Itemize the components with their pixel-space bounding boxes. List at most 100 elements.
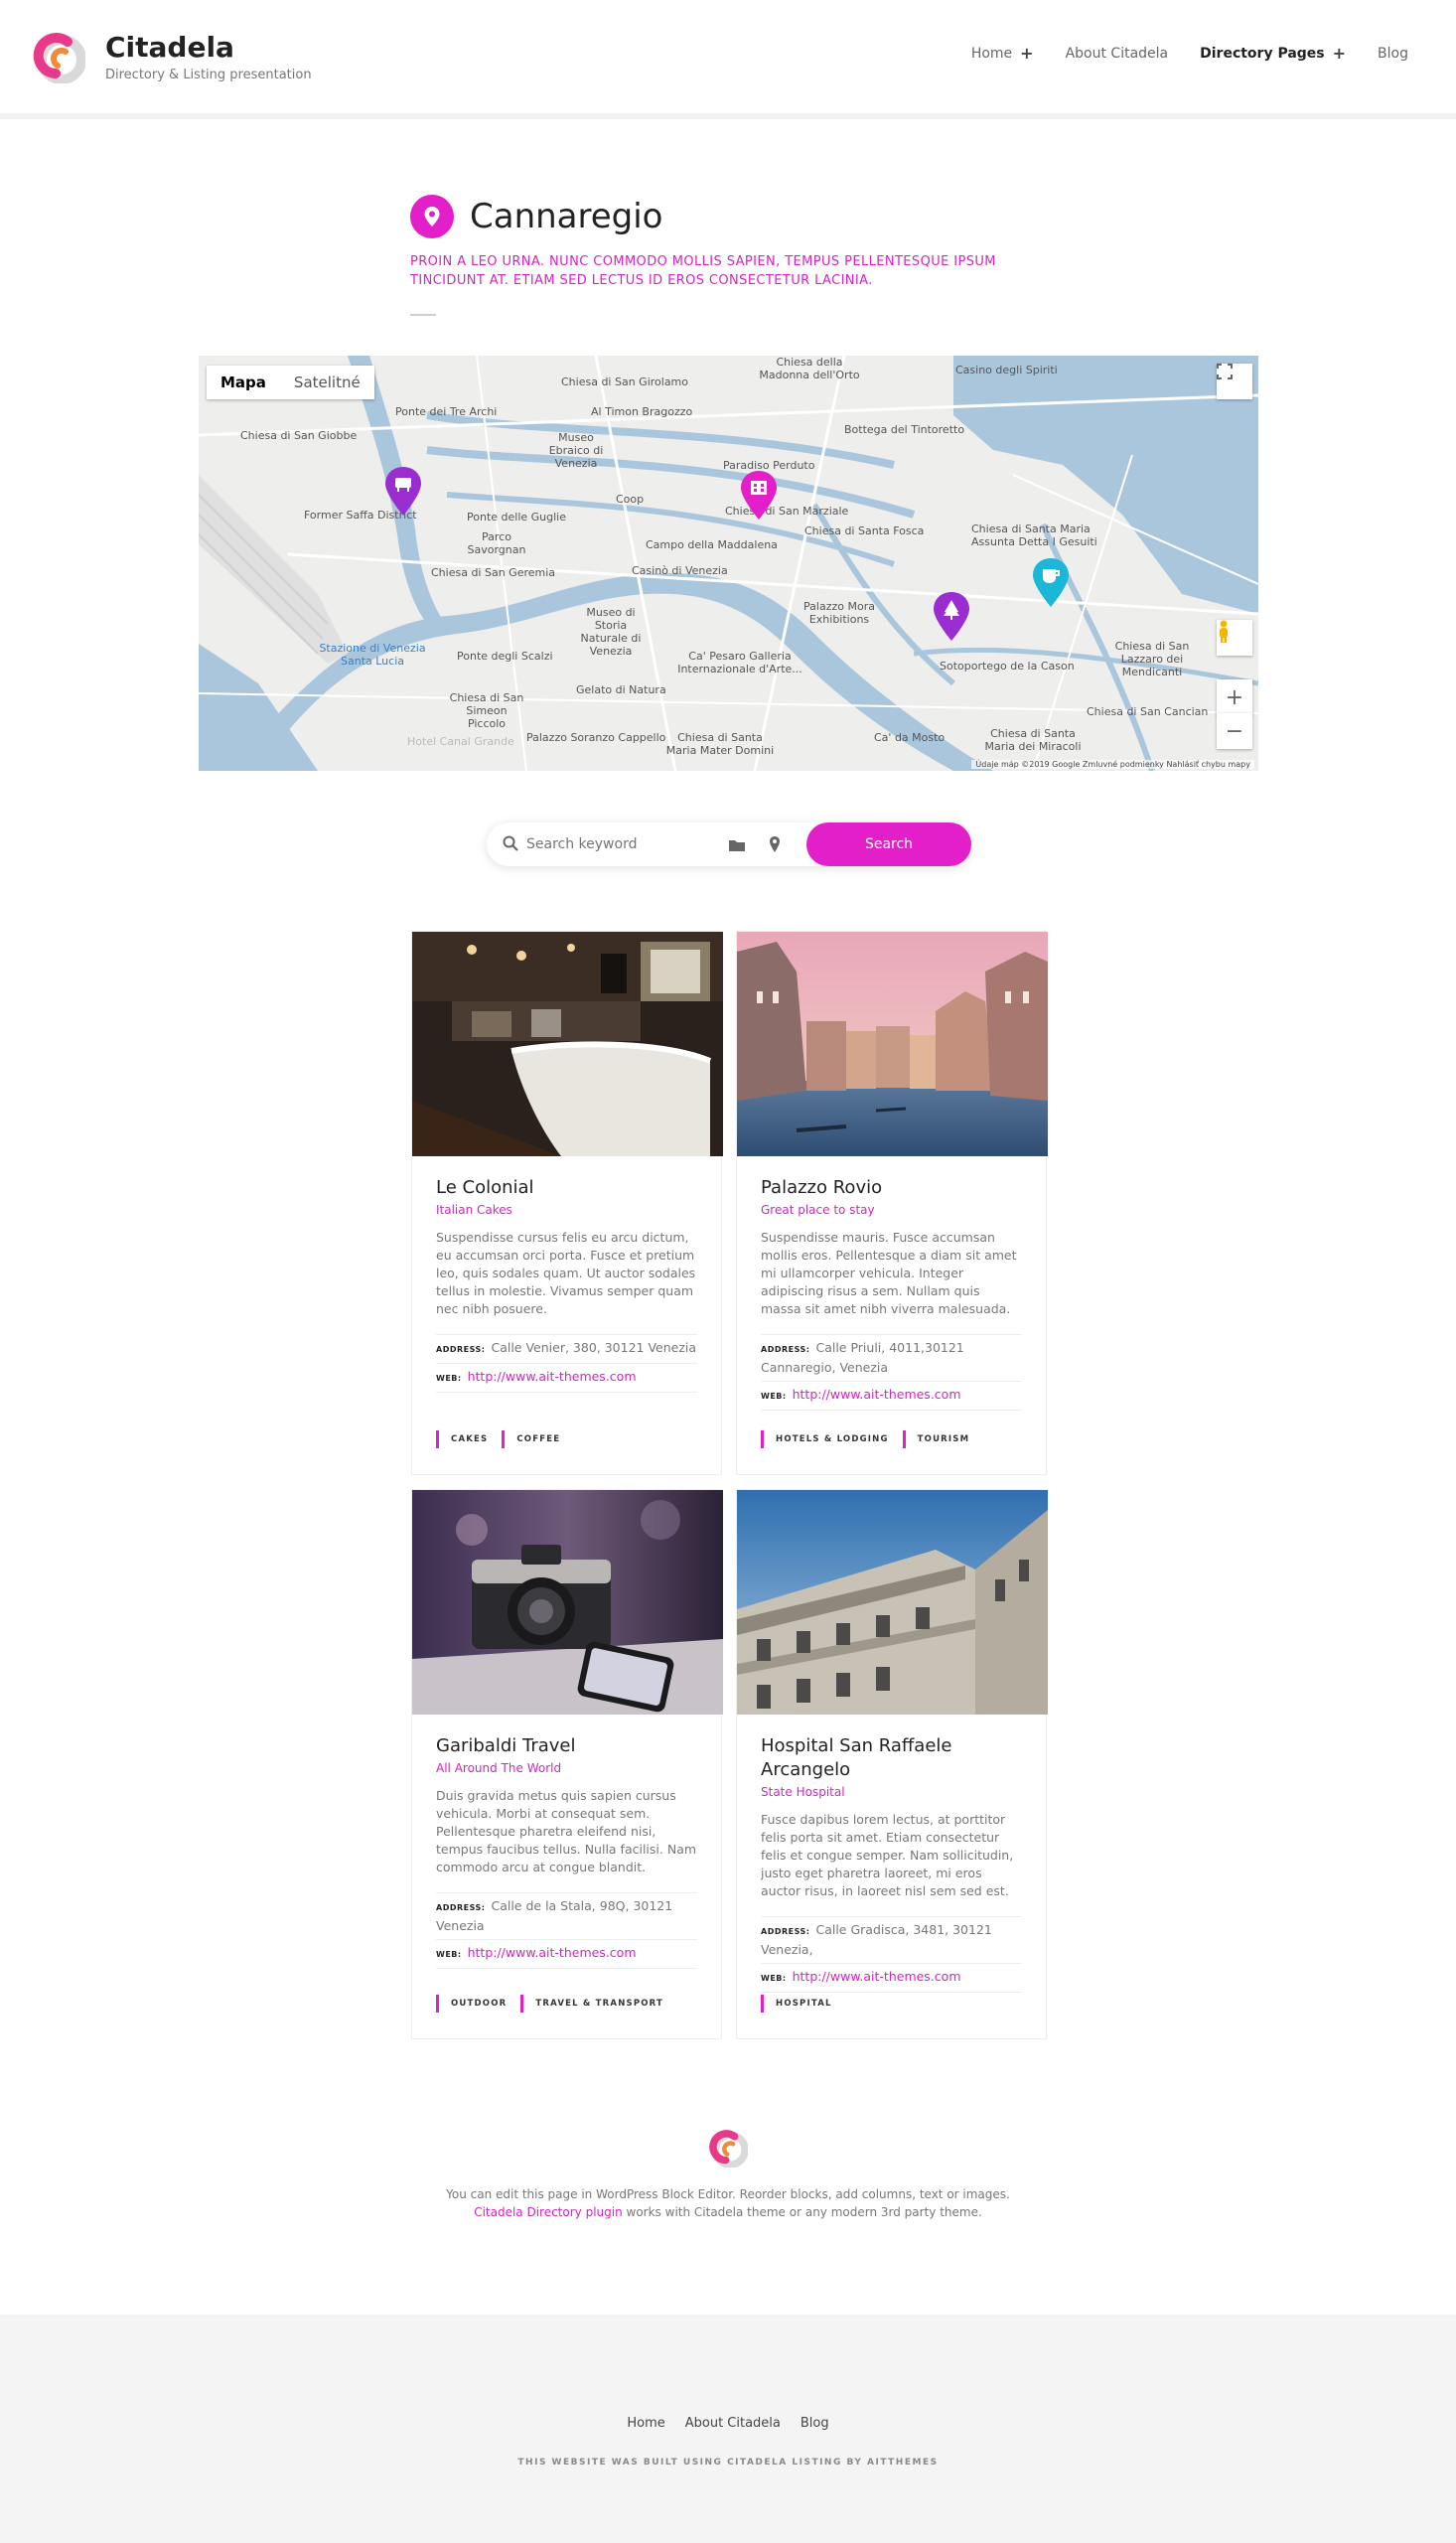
map-label: Chiesa di Santa Maria Mater Domini [665,731,775,757]
search-input[interactable] [526,836,715,852]
map-label: Chiesa di San Simeon Piccolo [449,691,524,730]
map-label: Campo della Maddalena [646,538,778,551]
listing-meta: ADDRESS: Calle Gradisca, 3481, 30121 Vene… [761,1916,1022,1993]
nav-blog-label: Blog [1378,45,1408,62]
map-label: Museo di Storia Naturale di Venezia [580,606,642,658]
nav-directory-pages[interactable]: Directory Pages + [1200,44,1346,63]
search-button[interactable]: Search [806,823,971,866]
nav-about[interactable]: About Citadela [1066,44,1169,63]
listing-title[interactable]: Hospital San Raffaele Arcangelo [761,1734,1022,1782]
listing-image-cafe[interactable] [412,932,723,1156]
listing-image-venice-canal[interactable] [737,932,1048,1156]
listing-address-row: ADDRESS: Calle de la Stala, 98Q, 30121 Ve… [436,1893,697,1940]
citadela-logo-icon [708,2128,749,2169]
street-view-pegman-icon[interactable] [1217,620,1252,656]
listing-meta: ADDRESS: Calle Priuli, 4011,30121 Cannare… [761,1334,1022,1411]
listing-web-link[interactable]: http://www.ait-themes.com [793,1387,961,1402]
page-description: PROIN A LEO URNA. NUNC COMMODO MOLLIS SA… [410,254,996,288]
map-pin-coffee[interactable] [1031,556,1071,608]
listing-web-link[interactable]: http://www.ait-themes.com [793,1969,961,1984]
info-text: You can edit this page in WordPress Bloc… [380,2185,1076,2221]
tag-outdoor[interactable]: OUTDOOR [436,1995,507,2013]
listing-description: Duis gravida metus quis sapien cursus ve… [436,1788,697,1874]
listing-description: Fusce dapibus lorem lectus, at porttitor… [761,1812,1014,1898]
footer-link-blog[interactable]: Blog [801,2416,829,2431]
tag-tourism[interactable]: TOURISM [902,1430,970,1448]
fullscreen-icon[interactable] [1217,364,1252,399]
listing-address: Calle Venier, 380, 30121 Venezia [491,1340,697,1355]
search-bar: Search [487,823,971,866]
listing-address-row: ADDRESS: Calle Priuli, 4011,30121 Cannare… [761,1335,1022,1382]
listing-web-row: WEB: http://www.ait-themes.com [436,1364,697,1393]
map-pin-hospital[interactable] [739,469,779,521]
nav-home-label: Home [970,45,1013,62]
map-label: Al Timon Bragozzo [591,405,693,418]
footer-link-home[interactable]: Home [627,2416,664,2431]
tag-hotels-lodging[interactable]: HOTELS & LODGING [761,1430,889,1448]
listing-tags: OUTDOOR TRAVEL & TRANSPORT [436,1995,677,2013]
map-pin-lodging[interactable] [383,465,423,517]
info-line-2: Citadela Directory plugin works with Cit… [380,2203,1076,2221]
map-label: Palazzo Soranzo Cappello [526,731,666,744]
nav-directory-label: Directory Pages [1200,45,1325,62]
map-label: Ca' da Mosto [874,731,946,744]
listing-image-camera[interactable] [412,1490,723,1715]
map-label: Palazzo Mora Exhibitions [803,600,875,626]
info-line-1: You can edit this page in WordPress Bloc… [446,2187,1010,2201]
plus-icon[interactable]: + [1020,44,1033,63]
zoom-in-button[interactable]: + [1217,679,1252,715]
map-label: Chiesa di San Geremia [431,566,556,579]
tag-travel-transport[interactable]: TRAVEL & TRANSPORT [520,1995,663,2013]
map-label: Ca' Pesaro Galleria Internazionale d'Art… [677,650,802,675]
web-label: WEB: [436,1374,462,1383]
location-pin-icon[interactable] [769,835,781,857]
listing-card[interactable]: Hospital San Raffaele Arcangelo State Ho… [736,1489,1048,2039]
tag-coffee[interactable]: COFFEE [502,1430,560,1448]
map-label: Ponte dei Tre Archi [395,405,498,418]
map-label: Ponte degli Scalzi [457,650,553,663]
info-line-2-text: works with Citadela theme or any modern … [622,2205,982,2219]
web-label: WEB: [436,1950,462,1959]
plus-icon[interactable]: + [1333,44,1346,63]
map-label: Hotel Canal Grande [407,735,514,748]
listing-title[interactable]: Garibaldi Travel [436,1734,697,1758]
map-attribution[interactable]: Údaje máp ©2019 Google Zmluvné podmienky… [971,760,1254,769]
map-label: Chiesa della Madonna dell'Orto [759,356,860,381]
site-logo-link[interactable]: Citadela Directory & Listing presentatio… [32,30,312,84]
listing-card[interactable]: Garibaldi Travel All Around The World Du… [411,1489,723,2039]
brand-tagline: Directory & Listing presentation [105,67,312,82]
listing-card[interactable]: Palazzo Rovio Great place to stay Suspen… [736,931,1048,1475]
listing-card[interactable]: Le Colonial Italian Cakes Suspendisse cu… [411,931,723,1475]
listing-description: Suspendisse mauris. Fusce accumsan molli… [761,1230,1017,1316]
listing-subtitle: Great place to stay [761,1203,875,1217]
main-nav: Home + About Citadela Directory Pages + … [940,44,1408,63]
listing-title[interactable]: Le Colonial [436,1176,697,1200]
zoom-out-button[interactable]: − [1217,713,1252,749]
folder-icon[interactable] [728,837,746,856]
listing-web-link[interactable]: http://www.ait-themes.com [468,1945,637,1960]
listing-image-building[interactable] [737,1490,1048,1715]
map-tab-satelitne[interactable]: Satelitné [280,366,374,399]
address-label: ADDRESS: [761,1345,810,1354]
nav-home[interactable]: Home + [971,44,1034,63]
map-tab-mapa[interactable]: Mapa [207,366,280,399]
footer-link-about[interactable]: About Citadela [685,2416,781,2431]
listing-address-row: ADDRESS: Calle Gradisca, 3481, 30121 Vene… [761,1917,1022,1964]
listing-map[interactable]: Mapa Satelitné + − Chiesa della Madonna … [199,356,1258,771]
listing-tags: HOSPITAL [761,1995,846,2013]
footer-nav: Home About Citadela Blog [0,2416,1456,2431]
map-pin-outdoor[interactable] [932,590,971,642]
listing-meta: ADDRESS: Calle de la Stala, 98Q, 30121 Ve… [436,1892,697,1969]
map-label: Museo Ebraico di Venezia [548,431,604,470]
listing-web-link[interactable]: http://www.ait-themes.com [468,1369,637,1384]
listing-title[interactable]: Palazzo Rovio [761,1176,1022,1200]
brand-title: Citadela [105,30,234,64]
listing-subtitle: All Around The World [436,1761,562,1775]
listing-web-row: WEB: http://www.ait-themes.com [436,1940,697,1969]
nav-blog[interactable]: Blog [1378,44,1408,63]
citadela-plugin-link[interactable]: Citadela Directory plugin [474,2205,623,2219]
tag-hospital[interactable]: HOSPITAL [761,1995,832,2013]
address-label: ADDRESS: [436,1903,486,1912]
tag-cakes[interactable]: CAKES [436,1430,488,1448]
map-label: Stazione di Venezia Santa Lucia [319,642,426,668]
